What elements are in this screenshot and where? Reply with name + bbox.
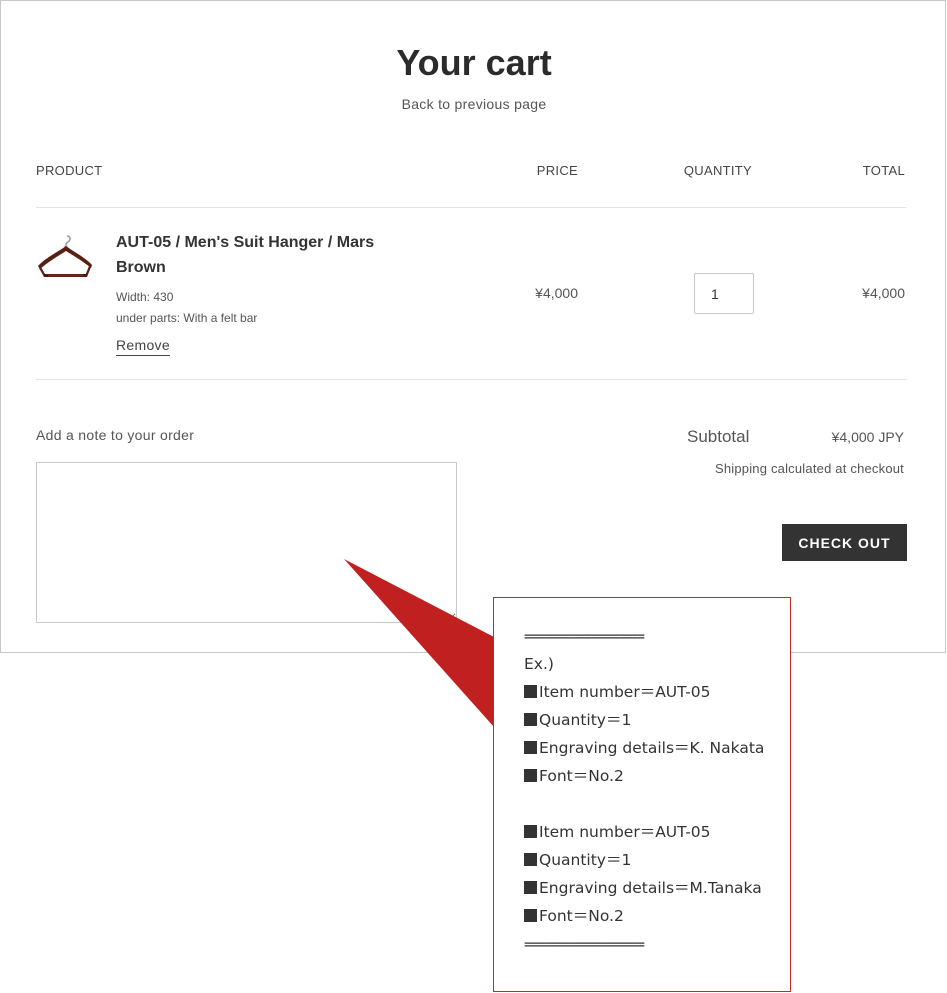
item-total: ¥4,000 [862,285,905,301]
remove-link[interactable]: Remove [116,337,170,356]
callout-separator-bottom: ================= [524,937,645,953]
note-example-callout: ================= Ex.) Item number＝AUT-0… [493,597,791,992]
callout-line: Font＝No.2 [524,906,624,926]
subtotal-value: ¥4,000 JPY [831,429,904,445]
shipping-note: Shipping calculated at checkout [714,461,904,476]
column-header-total: TOTAL [862,163,905,178]
checkout-button[interactable]: CHECK OUT [782,524,907,561]
quantity-input[interactable] [694,273,754,314]
page-title: Your cart [396,42,552,83]
callout-line: Font＝No.2 [524,766,624,786]
black-square-icon [524,853,537,866]
callout-line: Engraving details＝M.Tanaka [524,878,762,898]
product-option-under-parts: under parts: With a felt bar [116,311,258,325]
black-square-icon [524,881,537,894]
item-price: ¥4,000 [535,285,578,301]
divider [36,207,907,208]
callout-line: Item number＝AUT-05 [524,682,711,702]
callout-separator-top: ================= [524,629,645,645]
order-note-textarea[interactable] [36,462,457,623]
black-square-icon [524,909,537,922]
subtotal-label: Subtotal [687,427,750,446]
divider [36,379,907,380]
black-square-icon [524,713,537,726]
callout-example-label: Ex.) [524,655,554,673]
black-square-icon [524,769,537,782]
callout-line: Quantity＝1 [524,850,631,870]
back-link[interactable]: Back to previous page [1,96,947,112]
black-square-icon [524,825,537,838]
product-name[interactable]: AUT-05 / Men's Suit Hanger / Mars Brown [116,230,376,280]
cart-page: Your cart Back to previous page PRODUCT … [0,0,946,653]
black-square-icon [524,741,537,754]
column-header-product: PRODUCT [36,163,103,178]
order-note-label: Add a note to your order [36,427,195,443]
suit-hanger-icon[interactable] [36,234,92,282]
callout-line: Engraving details＝K. Nakata [524,738,764,758]
product-option-width: Width: 430 [116,290,174,304]
black-square-icon [524,685,537,698]
callout-line: Item number＝AUT-05 [524,822,711,842]
callout-line: Quantity＝1 [524,710,631,730]
column-header-quantity: QUANTITY [683,163,752,178]
column-header-price: PRICE [536,163,578,178]
